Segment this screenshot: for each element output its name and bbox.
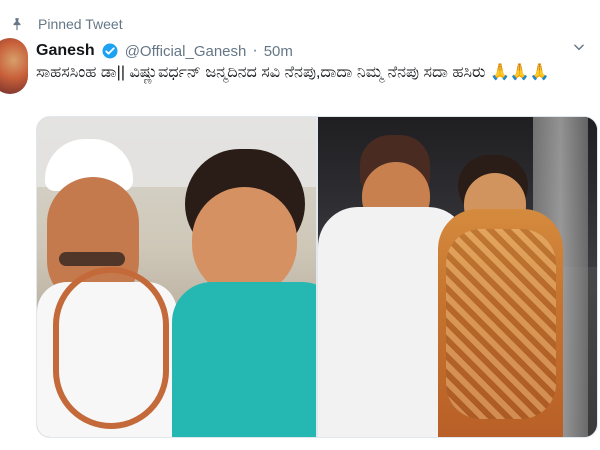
photo-right[interactable] [318, 117, 597, 437]
tweet-header: Ganesh @Official_Ganesh · 50m [36, 40, 293, 62]
photo-left[interactable] [37, 117, 316, 437]
verified-badge-icon [102, 43, 118, 59]
pinned-tweet-indicator: Pinned Tweet [10, 14, 123, 34]
pinned-label: Pinned Tweet [38, 16, 123, 32]
tweet-text: ಸಾಹಸಸಿಂಹ ಡಾ|| ವಿಷ್ಣುವರ್ಧನ್ ಜನ್ಮದಿನದ ಸವಿ … [36, 64, 550, 81]
pin-icon [13, 18, 21, 31]
tweet-time[interactable]: 50m [264, 43, 293, 60]
author-handle[interactable]: @Official_Ganesh [125, 43, 247, 60]
tweet-media[interactable] [36, 116, 598, 438]
chevron-down-icon[interactable] [572, 40, 586, 54]
separator: · [252, 42, 258, 59]
avatar[interactable] [0, 38, 28, 94]
author-name[interactable]: Ganesh [36, 42, 95, 60]
